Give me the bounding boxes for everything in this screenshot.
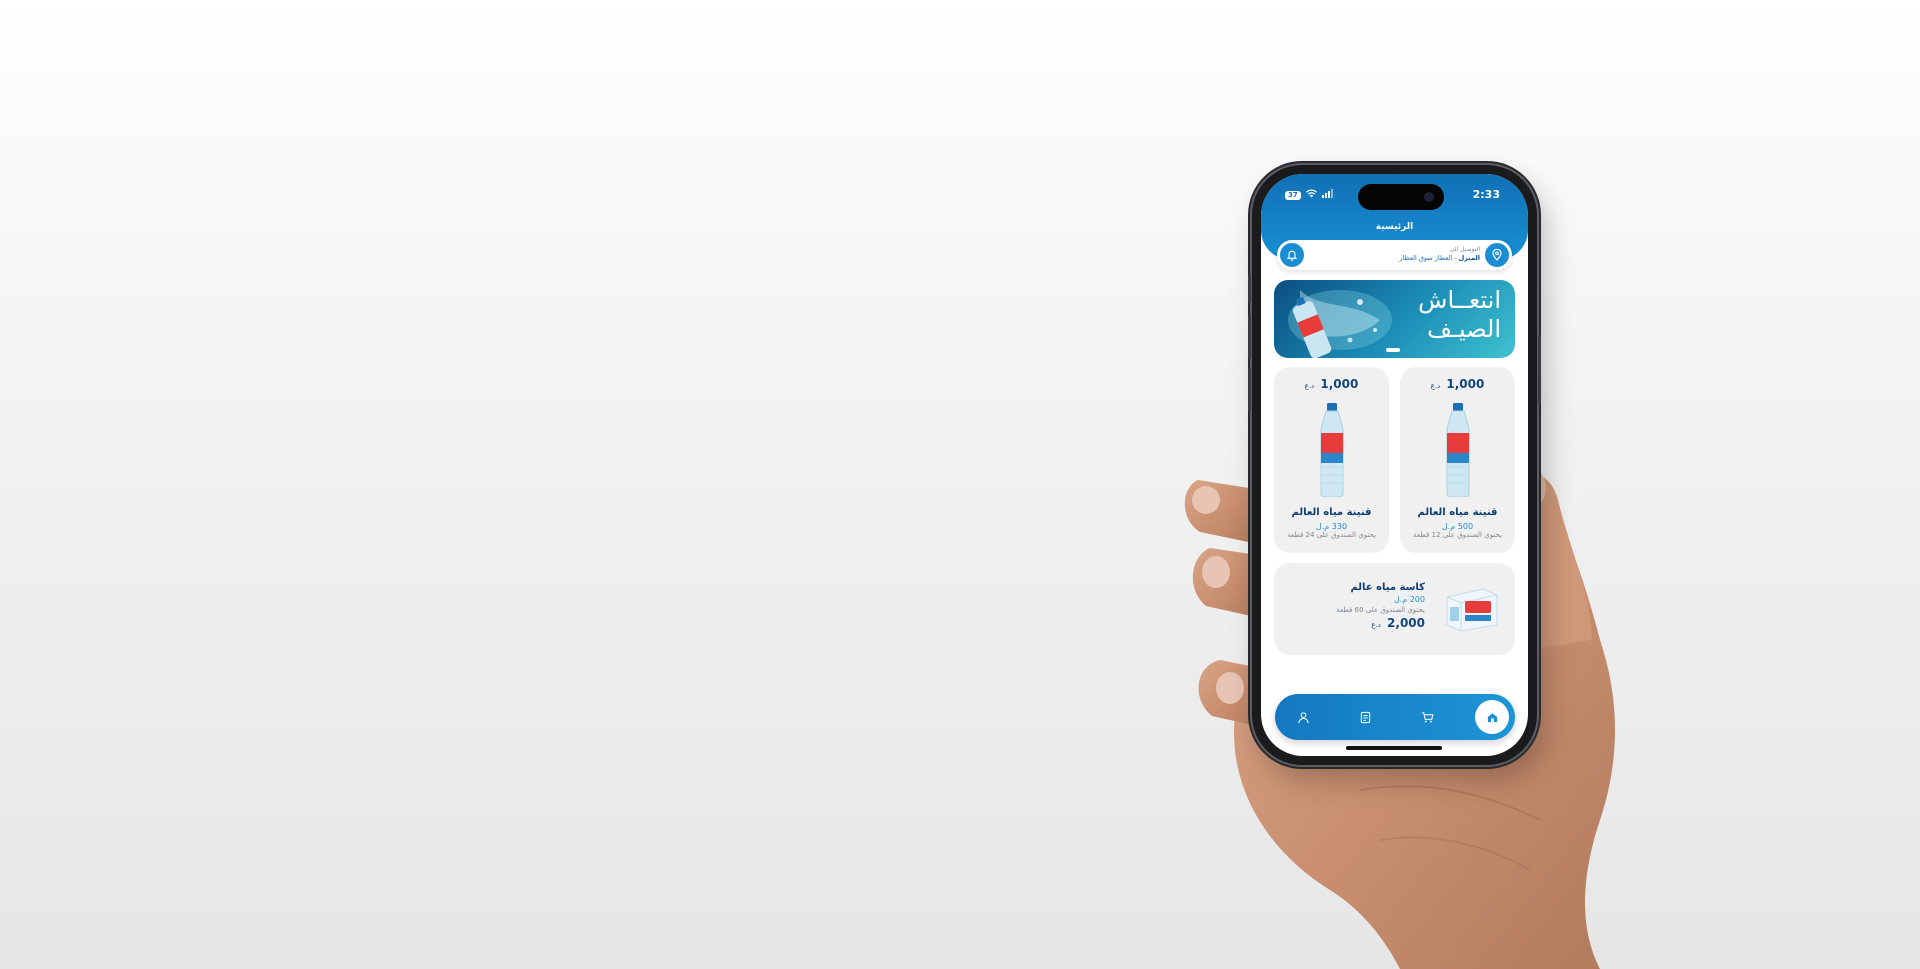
product-card[interactable]: 1,000 د.ع قنينة مياه العالم 500 م.ل يحتو… <box>1400 367 1515 553</box>
product-size: 200 م.ل <box>1393 595 1425 604</box>
battery-icon: 37 <box>1285 190 1301 200</box>
delivery-address: المنزل - العطار سوق العطار <box>1399 254 1480 263</box>
product-name: قنينة مياه العالم <box>1291 507 1372 518</box>
water-bottle-image <box>1446 403 1470 497</box>
volume-up-button <box>1248 315 1251 359</box>
product-description: يحتوي الصندوق على 60 قطعة <box>1336 606 1425 614</box>
product-name: كاسة مياه عالم <box>1350 582 1425 593</box>
water-bottle-splash-image <box>1288 290 1392 358</box>
product-price: 1,000 د.ع <box>1400 377 1515 391</box>
water-bottle-image <box>1320 403 1344 497</box>
bottom-navigation <box>1275 694 1515 740</box>
product-price: 1,000 د.ع <box>1274 377 1389 391</box>
banner-pagination-dot[interactable] <box>1386 348 1400 352</box>
profile-icon <box>1297 711 1309 723</box>
product-description: يحتوي الصندوق على 24 قطعة <box>1287 531 1376 539</box>
dynamic-island <box>1358 184 1444 210</box>
volume-down-button <box>1248 367 1251 411</box>
promo-banner[interactable]: انتعــاش الصيـف <box>1274 280 1515 358</box>
orders-icon <box>1360 711 1370 723</box>
price-currency: د.ع <box>1430 382 1441 390</box>
nav-profile[interactable] <box>1291 705 1315 729</box>
home-icon <box>1487 712 1497 722</box>
phone-frame: 37 2:33 الرئيسية التوصيل الى المنزل - ال… <box>1248 165 1541 765</box>
nav-cart[interactable] <box>1415 705 1439 729</box>
product-price: 2,000 د.ع <box>1336 615 1425 634</box>
page-title: الرئيسية <box>1375 222 1414 232</box>
delivery-place-name: المنزل <box>1458 254 1480 262</box>
status-time: 2:33 <box>1472 188 1500 201</box>
banner-line-1: انتعــاش <box>1418 286 1501 314</box>
location-pin-icon[interactable] <box>1485 243 1509 267</box>
price-currency: د.ع <box>1304 382 1315 390</box>
price-value: 2,000 <box>1387 616 1425 630</box>
status-icons: 37 <box>1285 189 1334 201</box>
home-indicator[interactable] <box>1346 746 1442 750</box>
price-value: 1,000 <box>1320 377 1359 391</box>
delivery-place-detail: - العطار سوق العطار <box>1399 254 1459 262</box>
notification-bell-icon[interactable] <box>1280 243 1304 267</box>
price-value: 1,000 <box>1446 377 1485 391</box>
delivery-to-label: التوصيل الى <box>1449 246 1480 253</box>
nav-home[interactable] <box>1475 700 1509 734</box>
product-name: قنينة مياه العالم <box>1417 507 1498 518</box>
wifi-icon <box>1305 189 1317 201</box>
banner-line-2: الصيـف <box>1427 315 1501 343</box>
price-currency: د.ع <box>1371 621 1381 629</box>
water-cups-box-image <box>1446 588 1498 632</box>
app-screen: 37 2:33 الرئيسية التوصيل الى المنزل - ال… <box>1261 174 1528 756</box>
power-button <box>1538 335 1541 405</box>
featured-product-card[interactable]: كاسة مياه عالم 200 م.ل يحتوي الصندوق على… <box>1274 563 1515 655</box>
camera-icon <box>1424 192 1434 202</box>
nav-orders[interactable] <box>1353 705 1377 729</box>
delivery-location-bar[interactable]: التوصيل الى المنزل - العطار سوق العطار <box>1277 240 1512 270</box>
product-card[interactable]: 1,000 د.ع قنينة مياه العالم 330 م.ل يحتو… <box>1274 367 1389 553</box>
delivery-location-text: التوصيل الى المنزل - العطار سوق العطار <box>1399 246 1480 263</box>
mute-switch <box>1248 275 1251 303</box>
cart-icon <box>1421 711 1434 722</box>
product-description: يحتوي الصندوق على 12 قطعة <box>1413 531 1502 539</box>
featured-product-info: كاسة مياه عالم 200 م.ل يحتوي الصندوق على… <box>1336 581 1425 634</box>
banner-headline: انتعــاش الصيـف <box>1418 286 1501 344</box>
signal-icon <box>1321 189 1334 201</box>
product-size: 330 م.ل <box>1315 522 1348 531</box>
product-size: 500 م.ل <box>1441 522 1474 531</box>
